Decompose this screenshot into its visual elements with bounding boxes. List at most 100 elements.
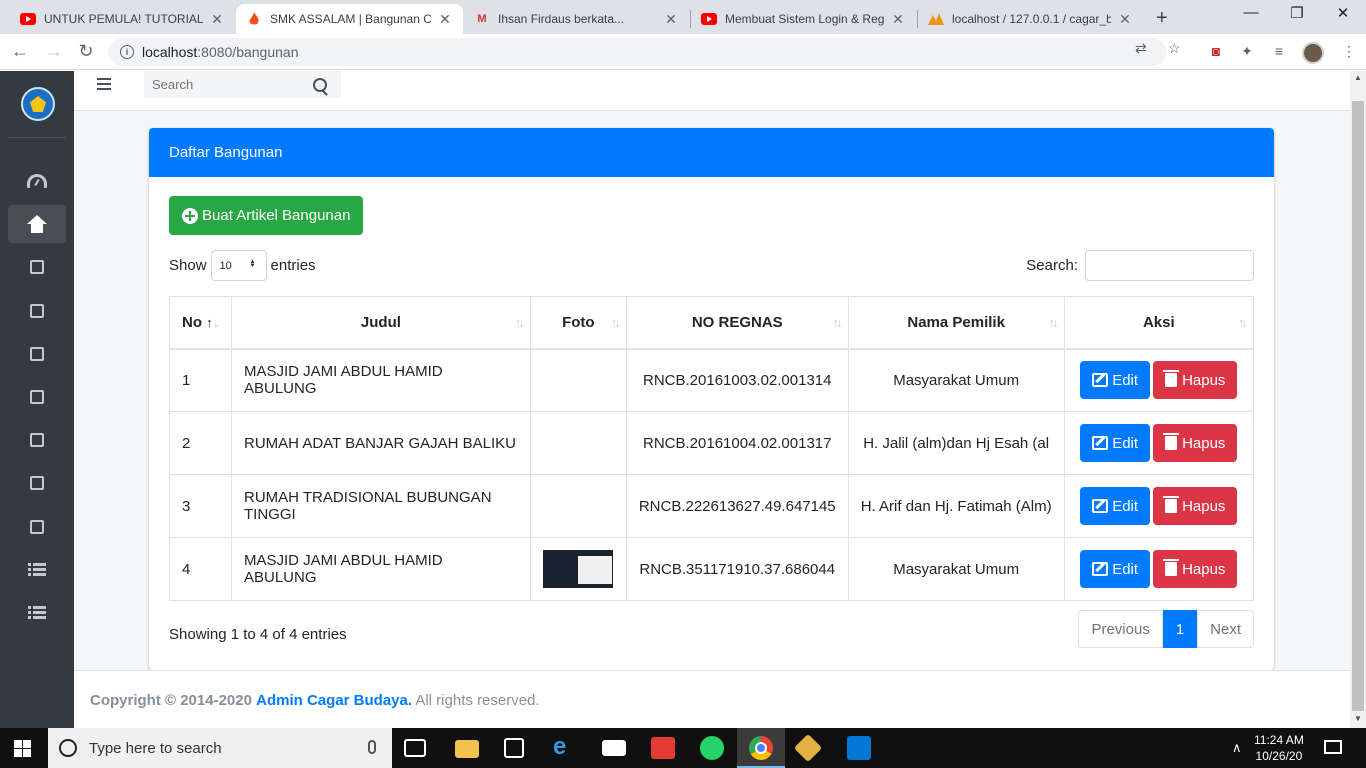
- file-explorer-icon[interactable]: [455, 740, 479, 758]
- brand-logo[interactable]: [21, 87, 55, 121]
- close-icon[interactable]: ✕: [437, 11, 453, 28]
- delete-label: Hapus: [1182, 434, 1226, 452]
- reload-icon[interactable]: ↻: [74, 41, 98, 62]
- sidebar-item[interactable]: [8, 464, 66, 502]
- cell-pemilik: H. Jalil (alm)dan Hj Esah (al: [847, 411, 1065, 475]
- browser-tab[interactable]: Membuat Sistem Login & Regi ✕: [691, 4, 916, 34]
- page-scrollbar[interactable]: ▲ ▼: [1350, 71, 1366, 728]
- sidebar-item[interactable]: [8, 335, 66, 373]
- cell-aksi: Edit Hapus: [1063, 537, 1255, 601]
- mail-icon[interactable]: [602, 740, 626, 756]
- sidebar-item[interactable]: [8, 378, 66, 416]
- delete-button[interactable]: Hapus: [1153, 361, 1238, 400]
- entries-select[interactable]: 10: [210, 250, 267, 281]
- taskbar-search[interactable]: Type here to search: [48, 728, 392, 768]
- maximize-icon[interactable]: ❐: [1274, 4, 1320, 22]
- back-icon[interactable]: ←: [8, 41, 32, 62]
- column-label: No: [182, 313, 202, 331]
- cell-aksi: Edit Hapus: [1063, 474, 1255, 538]
- chevron-up-icon[interactable]: ∧: [1232, 740, 1242, 756]
- column-header-aksi[interactable]: Aksi ↑↓: [1063, 296, 1255, 350]
- sidebar-item-home[interactable]: [8, 205, 66, 243]
- browser-tab[interactable]: UNTUK PEMULA! TUTORIAL IR ✕: [10, 4, 235, 34]
- close-icon[interactable]: ✕: [209, 11, 225, 28]
- close-icon[interactable]: ✕: [1117, 11, 1133, 28]
- system-clock[interactable]: 11:24 AM 10/26/20: [1254, 732, 1304, 764]
- table-search-input[interactable]: [1085, 250, 1254, 281]
- sidebar-item-dashboard[interactable]: [8, 162, 66, 200]
- scrollbar-thumb[interactable]: [1352, 101, 1364, 711]
- clock-time: 11:24 AM: [1254, 733, 1304, 747]
- page: Daftar Bangunan Buat Artikel Bangunan Sh…: [0, 71, 1350, 728]
- cell-no: 4: [169, 537, 232, 601]
- delete-button[interactable]: Hapus: [1153, 424, 1238, 462]
- square-icon: [30, 433, 44, 447]
- edit-button[interactable]: Edit: [1080, 487, 1151, 525]
- close-icon[interactable]: ✕: [663, 11, 679, 28]
- column-header-no[interactable]: No ↑↓: [169, 296, 232, 350]
- hamburger-menu-icon[interactable]: [97, 78, 111, 92]
- notification-icon[interactable]: [1324, 740, 1342, 754]
- pagination-previous[interactable]: Previous: [1078, 610, 1163, 648]
- browser-tab[interactable]: localhost / 127.0.0.1 / cagar_bu ✕: [918, 4, 1143, 34]
- sidebar-item[interactable]: [8, 421, 66, 459]
- site-info-icon[interactable]: i: [120, 45, 134, 59]
- cell-foto: [529, 537, 627, 601]
- delete-button[interactable]: Hapus: [1153, 487, 1238, 525]
- sidebar-item-list[interactable]: [8, 551, 66, 589]
- sidebar-item-list[interactable]: [8, 594, 66, 632]
- url-field[interactable]: i localhost:8080/bangunan: [108, 38, 1166, 66]
- edit-button[interactable]: Edit: [1080, 550, 1151, 588]
- column-label: Nama Pemilik: [907, 313, 1005, 331]
- menu-dots-icon[interactable]: ⋮: [1340, 43, 1358, 61]
- card-title: Daftar Bangunan: [149, 128, 1274, 177]
- sidebar-item[interactable]: [8, 292, 66, 330]
- column-header-regnas[interactable]: NO REGNAS ↑↓: [625, 296, 849, 350]
- edge-icon[interactable]: e: [553, 733, 577, 760]
- edit-button[interactable]: Edit: [1080, 361, 1151, 400]
- navbar-search-input[interactable]: [144, 77, 309, 92]
- building-photo-thumbnail[interactable]: [543, 550, 614, 588]
- square-icon: [30, 390, 44, 404]
- sidebar-item[interactable]: [8, 508, 66, 546]
- delete-button[interactable]: Hapus: [1153, 550, 1238, 588]
- column-header-foto[interactable]: Foto ↑↓: [529, 296, 627, 350]
- pagination-next[interactable]: Next: [1197, 610, 1254, 648]
- column-header-pemilik[interactable]: Nama Pemilik ↑↓: [847, 296, 1065, 350]
- minimize-icon[interactable]: —: [1228, 4, 1274, 21]
- footer-brand-link[interactable]: Admin Cagar Budaya.: [256, 692, 412, 709]
- new-tab-icon[interactable]: +: [1156, 7, 1168, 30]
- windows-start-icon[interactable]: [14, 740, 31, 757]
- cell-aksi: Edit Hapus: [1063, 411, 1255, 475]
- create-article-button[interactable]: Buat Artikel Bangunan: [169, 196, 364, 235]
- youtube-icon: [20, 11, 36, 27]
- forward-icon[interactable]: →: [42, 41, 66, 62]
- media-icon[interactable]: ≡: [1270, 43, 1288, 61]
- gift-icon[interactable]: [651, 737, 675, 759]
- git-icon[interactable]: [793, 733, 823, 763]
- column-header-judul[interactable]: Judul ↑↓: [230, 296, 531, 350]
- puzzle-icon[interactable]: ✦: [1238, 43, 1256, 61]
- extension-icon[interactable]: ◙: [1207, 43, 1225, 61]
- store-icon[interactable]: [504, 738, 524, 758]
- window-close-icon[interactable]: ✕: [1320, 4, 1366, 22]
- translate-icon[interactable]: ⇄: [1135, 40, 1147, 57]
- sidebar-item[interactable]: [8, 248, 66, 286]
- cell-judul: RUMAH TRADISIONAL BUBUNGAN TINGGI: [230, 474, 531, 538]
- search-icon[interactable]: [313, 77, 327, 92]
- footer: Copyright © 2014-2020 Admin Cagar Budaya…: [74, 670, 1350, 728]
- edit-button[interactable]: Edit: [1080, 424, 1151, 462]
- whatsapp-icon[interactable]: [700, 736, 724, 760]
- bookmark-star-icon[interactable]: ☆: [1168, 40, 1181, 57]
- chrome-icon[interactable]: [749, 736, 773, 760]
- scroll-down-icon[interactable]: ▼: [1350, 714, 1366, 723]
- avatar[interactable]: [1302, 42, 1324, 64]
- pagination-page-1[interactable]: 1: [1162, 610, 1198, 648]
- browser-tab[interactable]: M Ihsan Firdaus berkata... ✕: [464, 4, 689, 34]
- scroll-up-icon[interactable]: ▲: [1350, 73, 1366, 82]
- microphone-icon[interactable]: [368, 740, 376, 754]
- close-icon[interactable]: ✕: [890, 11, 906, 28]
- task-view-icon[interactable]: [404, 739, 426, 757]
- vscode-icon[interactable]: [847, 736, 871, 760]
- browser-tab-active[interactable]: SMK ASSALAM | Bangunan Ca ✕: [236, 4, 463, 34]
